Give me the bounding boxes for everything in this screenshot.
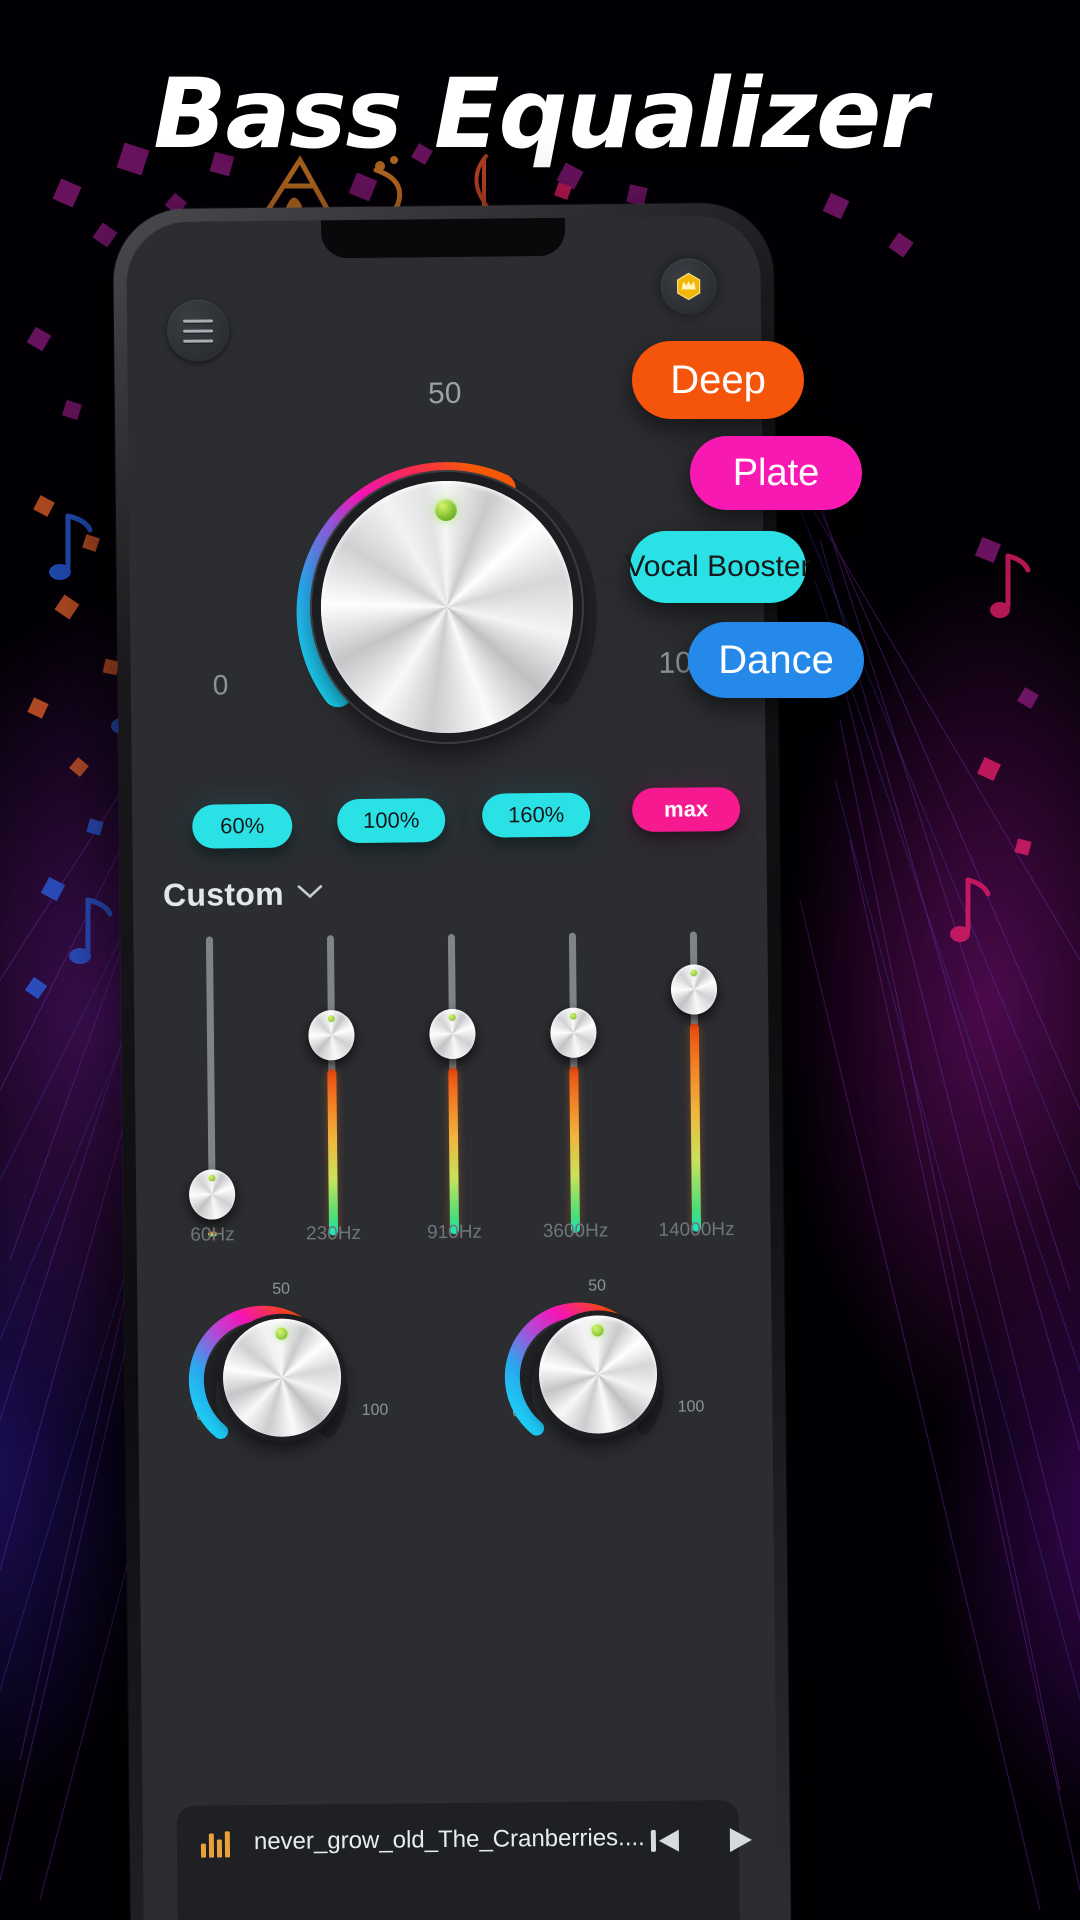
hamburger-menu-icon[interactable] — [166, 299, 230, 362]
eq-fill — [448, 1067, 460, 1235]
crown-icon[interactable] — [660, 258, 717, 315]
eq-band-14000hz[interactable]: 14000Hz — [643, 931, 746, 1241]
player-controls — [645, 1819, 778, 1861]
eq-band-3600hz[interactable]: 3600Hz — [522, 932, 625, 1242]
knob-indicator-led — [434, 498, 458, 522]
mini-knob-dial[interactable] — [222, 1318, 342, 1438]
phone-screen: 50 0 100 60% 100% 160% max Custom 60Hz 2… — [125, 215, 779, 1920]
page-title: Bass Equalizer — [153, 58, 927, 170]
preset-button-vocal-booster[interactable]: Vocal Booster — [625, 531, 811, 603]
screenshot-root: Bass Equalizer 50 0 100 60% 100% 160% ma… — [0, 0, 1080, 1920]
eq-fill — [569, 1066, 581, 1233]
eq-track[interactable] — [205, 936, 216, 1205]
mini-knob-led — [275, 1327, 288, 1340]
chevron-down-icon — [296, 882, 324, 905]
eq-thumb[interactable] — [670, 964, 718, 1015]
skip-previous-icon[interactable] — [645, 1821, 685, 1861]
eq-band-label: 230Hz — [305, 1222, 362, 1245]
mini-knob-dial[interactable] — [538, 1314, 658, 1435]
eq-fill — [327, 1069, 339, 1236]
eq-thumb[interactable] — [429, 1008, 476, 1060]
eq-band-label: 14000Hz — [658, 1219, 735, 1241]
preset-selector-label: Custom — [162, 875, 285, 914]
equalizer-sliders: 60Hz 230Hz 910Hz 3600Hz 14000Hz — [159, 931, 748, 1246]
eq-band-label: 3600Hz — [542, 1220, 609, 1243]
preset-button-dance[interactable]: Dance — [688, 622, 864, 698]
preset-button-plate[interactable]: Plate — [690, 436, 862, 510]
play-icon[interactable] — [719, 1820, 759, 1860]
eq-band-60hz[interactable]: 60Hz — [159, 936, 262, 1246]
player-bar: never_grow_old_The_Cranberries.... — [176, 1800, 752, 1920]
phone-notch — [320, 217, 566, 259]
boost-chip-row: 60% 100% 160% max — [132, 786, 767, 868]
boost-chip-160[interactable]: 160% — [481, 792, 591, 838]
phone-mockup: 50 0 100 60% 100% 160% max Custom 60Hz 2… — [112, 202, 792, 1920]
eq-thumb[interactable] — [308, 1010, 355, 1061]
track-title: never_grow_old_The_Cranberries.... — [253, 1824, 645, 1856]
preset-button-deep[interactable]: Deep — [632, 341, 804, 419]
eq-fill — [689, 1023, 702, 1232]
preset-selector[interactable]: Custom — [163, 875, 324, 914]
eq-band-910hz[interactable]: 910Hz — [401, 933, 504, 1243]
boost-chip-max[interactable]: max — [631, 786, 741, 833]
mini-knob-reverb[interactable]: 50 0 100 — [497, 1276, 704, 1478]
boost-chip-60[interactable]: 60% — [192, 803, 293, 849]
mini-knob-virtualizer[interactable]: 50 0 100 — [181, 1280, 388, 1482]
eq-band-label: 910Hz — [426, 1221, 483, 1244]
eq-band-230hz[interactable]: 230Hz — [280, 935, 383, 1245]
mini-knob-led — [591, 1324, 604, 1337]
eq-thumb[interactable] — [550, 1007, 597, 1058]
eq-band-label: 60Hz — [190, 1224, 235, 1246]
eq-thumb[interactable] — [188, 1169, 236, 1220]
boost-chip-100[interactable]: 100% — [336, 798, 446, 844]
audio-bars-icon — [200, 1831, 231, 1858]
